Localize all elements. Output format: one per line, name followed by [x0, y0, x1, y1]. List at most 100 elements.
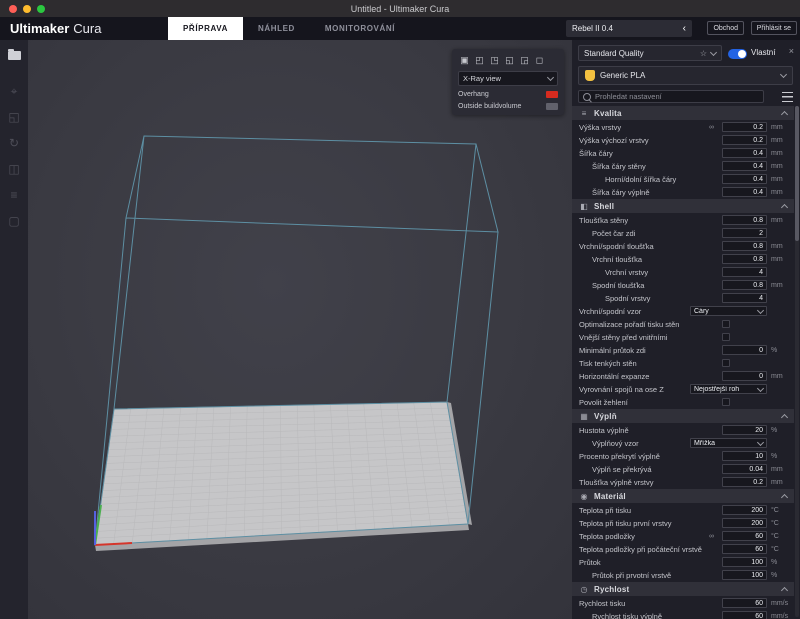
setting-value-input[interactable]: 0.2 — [722, 477, 767, 487]
view-top-icon[interactable]: ◳ — [488, 54, 501, 66]
custom-settings-toggle[interactable] — [728, 49, 747, 59]
close-icon[interactable]: × — [789, 47, 794, 56]
setting-value-input[interactable]: 60 — [722, 544, 767, 554]
category-speed[interactable]: ◷Rychlost — [572, 582, 794, 596]
setting-checkbox[interactable] — [722, 320, 730, 328]
rotate-tool-icon[interactable]: ↻ — [0, 130, 28, 156]
minimize-window-button[interactable] — [23, 5, 31, 13]
move-tool-icon[interactable]: ⌖ — [0, 78, 28, 104]
setting-value-input[interactable]: 60 — [722, 598, 767, 608]
setting-row: Teplota podložky při počáteční vrstvě60°… — [572, 543, 794, 556]
setting-value-input[interactable]: 0.8 — [722, 215, 767, 225]
unit-label: °C — [771, 546, 779, 553]
chevron-down-icon — [780, 71, 787, 78]
setting-value-input[interactable]: 0 — [722, 371, 767, 381]
view-bottom-icon[interactable]: ◻ — [533, 54, 546, 66]
unit-label: °C — [771, 533, 779, 540]
setting-select[interactable]: Nejostřejší roh — [690, 384, 767, 394]
unit-label: % — [771, 559, 777, 566]
view-mode-select[interactable]: X-Ray view — [458, 71, 558, 86]
tab-nahled[interactable]: NÁHLED — [243, 17, 310, 40]
setting-checkbox[interactable] — [722, 398, 730, 406]
category-material[interactable]: ◉Materiál — [572, 489, 794, 503]
setting-value-input[interactable]: 60 — [722, 611, 767, 619]
menu-icon[interactable] — [782, 92, 793, 102]
speed-icon: ◷ — [579, 585, 589, 594]
viewport-3d[interactable]: ▣◰◳◱◲◻ X-Ray view Overhang Outside buildv… — [28, 40, 572, 619]
star-icon: ☆ — [700, 49, 707, 58]
setting-select-value: Nejostřejší roh — [694, 386, 755, 393]
tab-monitorovani[interactable]: MONITOROVÁNÍ — [310, 17, 410, 40]
setting-row: Výška vrstvy∞0.2mm — [572, 121, 794, 134]
marketplace-button[interactable]: Obchod — [707, 21, 744, 35]
setting-row: Horní/dolní šířka čáry0.4mm — [572, 173, 794, 186]
search-placeholder: Prohledat nastavení — [595, 92, 662, 101]
setting-row: Výplň se překrývá0.04mm — [572, 463, 794, 476]
category-quality[interactable]: ≡Kvalita — [572, 106, 794, 120]
legend-label: Outside buildvolume — [458, 103, 521, 110]
setting-value-input[interactable]: 0 — [722, 345, 767, 355]
tab-priprava[interactable]: PŘÍPRAVA — [168, 17, 243, 40]
setting-value-input[interactable]: 0.4 — [722, 187, 767, 197]
setting-value-input[interactable]: 0.8 — [722, 254, 767, 264]
setting-value-input[interactable]: 200 — [722, 518, 767, 528]
setting-label: Tisk tenkých stěn — [579, 359, 637, 368]
app-logo: Ultimaker Cura — [10, 17, 101, 40]
view-front-icon[interactable]: ◰ — [473, 54, 486, 66]
setting-row: Výplňový vzorMřížka — [572, 437, 794, 450]
per-model-settings-tool-icon[interactable]: ≡ — [0, 182, 28, 208]
setting-value-input[interactable]: 60 — [722, 531, 767, 541]
setting-value-input[interactable]: 0.2 — [722, 122, 767, 132]
setting-value-input[interactable]: 0.04 — [722, 464, 767, 474]
unit-label: mm — [771, 163, 783, 170]
setting-row: Vrchní/spodní vzorČáry — [572, 305, 794, 318]
setting-value-input[interactable]: 2 — [722, 228, 767, 238]
setting-value-input[interactable]: 0.8 — [722, 241, 767, 251]
print-settings-panel: Standard Quality ☆ Vlastní × Generic PLA… — [572, 40, 800, 619]
setting-checkbox[interactable] — [722, 359, 730, 367]
view-right-icon[interactable]: ◲ — [518, 54, 531, 66]
setting-value-input[interactable]: 0.2 — [722, 135, 767, 145]
setting-value-input[interactable]: 100 — [722, 557, 767, 567]
category-infill[interactable]: ▦Výplň — [572, 409, 794, 423]
setting-select[interactable]: Čáry — [690, 306, 767, 316]
scrollbar-thumb[interactable] — [795, 106, 799, 241]
setting-value-input[interactable]: 200 — [722, 505, 767, 515]
setting-label: Výplň se překrývá — [592, 465, 652, 474]
view-left-icon[interactable]: ◱ — [503, 54, 516, 66]
settings-search-input[interactable]: Prohledat nastavení — [578, 90, 764, 103]
settings-scrollbar[interactable] — [795, 106, 799, 617]
close-window-button[interactable] — [9, 5, 17, 13]
setting-label: Průtok při prvotní vrstvě — [592, 571, 671, 580]
legend-swatch — [546, 91, 558, 98]
setting-value-input[interactable]: 0.8 — [722, 280, 767, 290]
setting-label: Tloušťka výplně vrstvy — [579, 478, 654, 487]
setting-value-input[interactable]: 4 — [722, 267, 767, 277]
chevron-down-icon — [710, 48, 717, 55]
support-blocker-tool-icon[interactable]: ▢ — [0, 208, 28, 234]
unit-label: mm — [771, 124, 783, 131]
mirror-tool-icon[interactable]: ◫ — [0, 156, 28, 182]
signin-button[interactable]: Přihlásit se — [751, 21, 797, 35]
open-file-button[interactable] — [6, 48, 22, 62]
printer-selector[interactable]: Rebel II 0.4 ‹ — [566, 20, 692, 37]
view-3d-icon[interactable]: ▣ — [458, 54, 471, 66]
setting-checkbox[interactable] — [722, 333, 730, 341]
setting-value-input[interactable]: 20 — [722, 425, 767, 435]
category-shell[interactable]: ◧Shell — [572, 199, 794, 213]
legend-row: Overhang — [458, 91, 558, 98]
setting-value-input[interactable]: 0.4 — [722, 161, 767, 171]
setting-value-input[interactable]: 0.4 — [722, 174, 767, 184]
setting-row: Hustota výplně20% — [572, 424, 794, 437]
scale-tool-icon[interactable]: ◱ — [0, 104, 28, 130]
setting-value-input[interactable]: 100 — [722, 570, 767, 580]
view-legend: Overhang Outside buildvolume — [458, 91, 558, 110]
setting-select[interactable]: Mřížka — [690, 438, 767, 448]
setting-value-input[interactable]: 4 — [722, 293, 767, 303]
setting-row: Spodní vrstvy4 — [572, 292, 794, 305]
setting-value-input[interactable]: 0.4 — [722, 148, 767, 158]
setting-value-input[interactable]: 10 — [722, 451, 767, 461]
profile-select[interactable]: Standard Quality ☆ — [578, 45, 722, 61]
zoom-window-button[interactable] — [37, 5, 45, 13]
material-select[interactable]: Generic PLA — [578, 66, 793, 85]
